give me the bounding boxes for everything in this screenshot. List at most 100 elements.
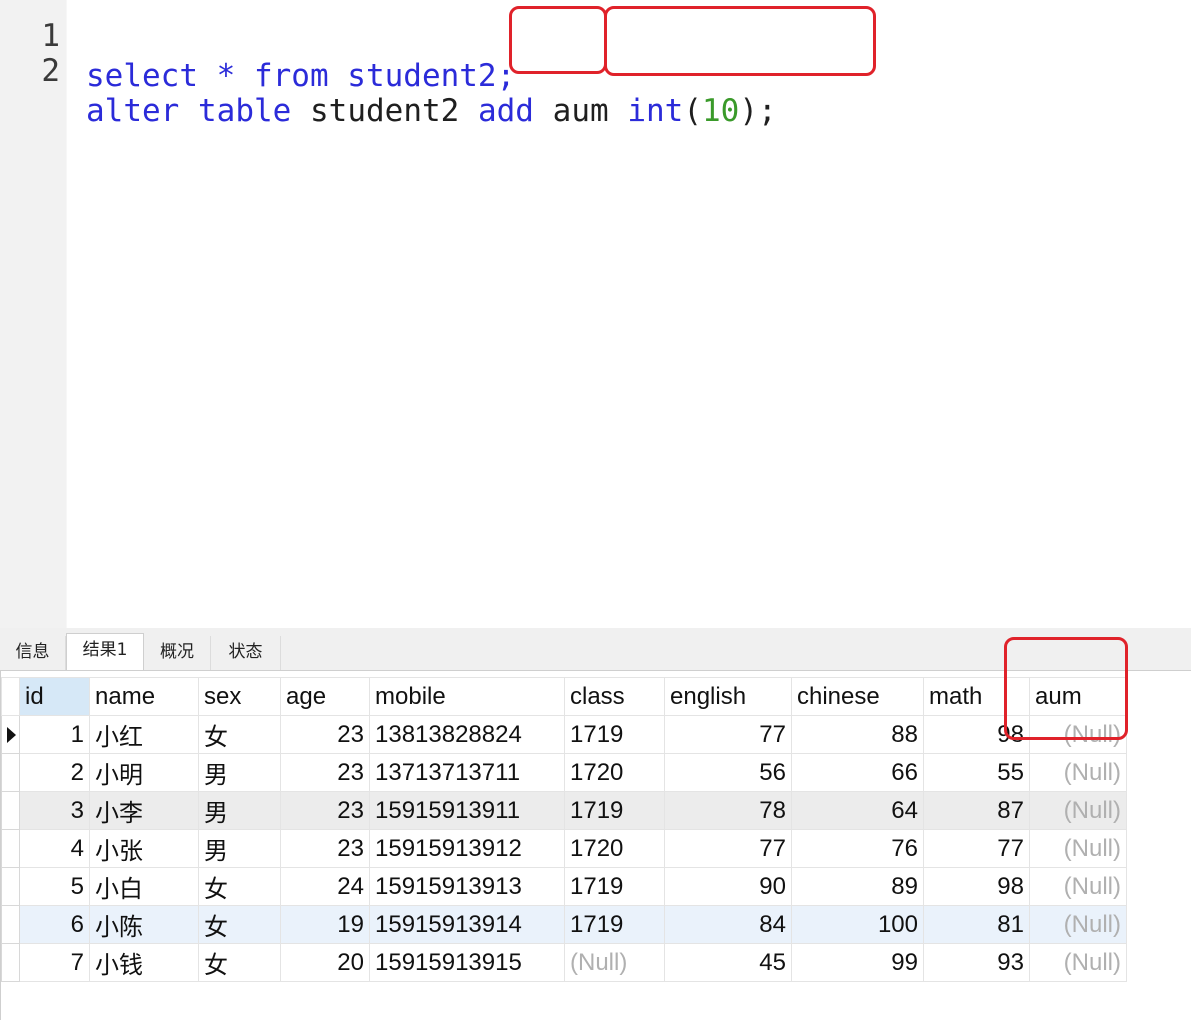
cell-sex[interactable]: 女 — [198, 905, 281, 944]
cell-name[interactable]: 小陈 — [89, 905, 199, 944]
column-header-class[interactable]: class — [564, 677, 665, 716]
cell-name[interactable]: 小李 — [89, 791, 199, 830]
cell-english[interactable]: 77 — [664, 829, 792, 868]
cell-math[interactable]: 81 — [923, 905, 1030, 944]
row-indicator[interactable] — [1, 867, 20, 906]
cell-aum[interactable]: (Null) — [1029, 715, 1127, 754]
column-header-age[interactable]: age — [280, 677, 370, 716]
column-header-math[interactable]: math — [923, 677, 1030, 716]
cell-english[interactable]: 45 — [664, 943, 792, 982]
cell-math[interactable]: 98 — [923, 867, 1030, 906]
cell-mobile[interactable]: 15915913914 — [369, 905, 565, 944]
cell-class[interactable]: 1720 — [564, 829, 665, 868]
cell-sex[interactable]: 女 — [198, 867, 281, 906]
table-row[interactable]: 2 小明男 23 13713713711 1720 56 66 55 (Null) — [1, 753, 1127, 792]
cell-mobile[interactable]: 15915913911 — [369, 791, 565, 830]
cell-name[interactable]: 小明 — [89, 753, 199, 792]
cell-age[interactable]: 23 — [280, 829, 370, 868]
tab-result-1[interactable]: 结果1 — [66, 633, 144, 670]
cell-class[interactable]: 1720 — [564, 753, 665, 792]
cell-age[interactable]: 19 — [280, 905, 370, 944]
cell-english[interactable]: 56 — [664, 753, 792, 792]
cell-chinese[interactable]: 64 — [791, 791, 924, 830]
tab-overview[interactable]: 概况 — [144, 636, 211, 670]
column-header-aum[interactable]: aum — [1029, 677, 1127, 716]
cell-class[interactable]: 1719 — [564, 867, 665, 906]
cell-chinese[interactable]: 76 — [791, 829, 924, 868]
sql-editor[interactable]: 1 select * from student2; 2 alter table … — [0, 0, 1191, 628]
cell-math[interactable]: 93 — [923, 943, 1030, 982]
cell-math[interactable]: 77 — [923, 829, 1030, 868]
column-header-english[interactable]: english — [664, 677, 792, 716]
cell-chinese[interactable]: 66 — [791, 753, 924, 792]
cell-id[interactable]: 7 — [19, 943, 90, 982]
cell-chinese[interactable]: 89 — [791, 867, 924, 906]
cell-mobile[interactable]: 15915913912 — [369, 829, 565, 868]
row-indicator[interactable] — [1, 905, 20, 944]
cell-class[interactable]: (Null) — [564, 943, 665, 982]
cell-sex[interactable]: 男 — [198, 829, 281, 868]
cell-english[interactable]: 84 — [664, 905, 792, 944]
cell-sex[interactable]: 女 — [198, 715, 281, 754]
cell-chinese[interactable]: 100 — [791, 905, 924, 944]
cell-sex[interactable]: 女 — [198, 943, 281, 982]
cell-mobile[interactable]: 13713713711 — [369, 753, 565, 792]
cell-id[interactable]: 3 — [19, 791, 90, 830]
cell-class[interactable]: 1719 — [564, 791, 665, 830]
cell-english[interactable]: 78 — [664, 791, 792, 830]
tab-info[interactable]: 信息 — [0, 636, 66, 670]
cell-aum[interactable]: (Null) — [1029, 791, 1127, 830]
cell-sex[interactable]: 男 — [198, 753, 281, 792]
code-line-2[interactable]: 2 alter table student2 add aum int(10); — [0, 11, 1191, 129]
cell-aum[interactable]: (Null) — [1029, 867, 1127, 906]
cell-age[interactable]: 23 — [280, 753, 370, 792]
cell-name[interactable]: 小红 — [89, 715, 199, 754]
column-header-id[interactable]: id — [19, 677, 90, 716]
cell-id[interactable]: 1 — [19, 715, 90, 754]
row-indicator[interactable] — [1, 943, 20, 982]
table-row[interactable]: 5 小白女 24 15915913913 1719 90 89 98 (Null) — [1, 867, 1127, 906]
cell-id[interactable]: 4 — [19, 829, 90, 868]
cell-english[interactable]: 77 — [664, 715, 792, 754]
cell-math[interactable]: 87 — [923, 791, 1030, 830]
cell-math[interactable]: 98 — [923, 715, 1030, 754]
cell-mobile[interactable]: 15915913915 — [369, 943, 565, 982]
cell-age[interactable]: 23 — [280, 715, 370, 754]
cell-aum[interactable]: (Null) — [1029, 905, 1127, 944]
cell-mobile[interactable]: 13813828824 — [369, 715, 565, 754]
cell-age[interactable]: 24 — [280, 867, 370, 906]
cell-sex[interactable]: 男 — [198, 791, 281, 830]
cell-mobile[interactable]: 15915913913 — [369, 867, 565, 906]
cell-age[interactable]: 23 — [280, 791, 370, 830]
row-indicator[interactable] — [1, 753, 20, 792]
table-row[interactable]: 1 小红女 23 13813828824 1719 77 88 98 (Null) — [1, 715, 1127, 754]
cell-id[interactable]: 2 — [19, 753, 90, 792]
table-row[interactable]: 3 小李男 23 15915913911 1719 78 64 87 (Null) — [1, 791, 1127, 830]
row-indicator[interactable] — [1, 829, 20, 868]
row-indicator[interactable] — [1, 791, 20, 830]
cell-id[interactable]: 5 — [19, 867, 90, 906]
column-header-mobile[interactable]: mobile — [369, 677, 565, 716]
cell-chinese[interactable]: 88 — [791, 715, 924, 754]
cell-aum[interactable]: (Null) — [1029, 829, 1127, 868]
cell-aum[interactable]: (Null) — [1029, 943, 1127, 982]
cell-class[interactable]: 1719 — [564, 905, 665, 944]
table-row[interactable]: 6 小陈女 19 15915913914 1719 84 100 81 (Null) — [1, 905, 1127, 944]
cell-name[interactable]: 小白 — [89, 867, 199, 906]
cell-aum[interactable]: (Null) — [1029, 753, 1127, 792]
cell-id[interactable]: 6 — [19, 905, 90, 944]
cell-name[interactable]: 小张 — [89, 829, 199, 868]
column-header-chinese[interactable]: chinese — [791, 677, 924, 716]
column-header-sex[interactable]: sex — [198, 677, 281, 716]
cell-age[interactable]: 20 — [280, 943, 370, 982]
table-row[interactable]: 7 小钱女 20 15915913915 (Null) 45 99 93 (Null) — [1, 943, 1127, 982]
cell-name[interactable]: 小钱 — [89, 943, 199, 982]
cell-class[interactable]: 1719 — [564, 715, 665, 754]
cell-chinese[interactable]: 99 — [791, 943, 924, 982]
column-header-name[interactable]: name — [89, 677, 199, 716]
row-indicator[interactable] — [1, 715, 20, 754]
cell-english[interactable]: 90 — [664, 867, 792, 906]
table-row[interactable]: 4 小张男 23 15915913912 1720 77 76 77 (Null) — [1, 829, 1127, 868]
cell-math[interactable]: 55 — [923, 753, 1030, 792]
tab-status[interactable]: 状态 — [211, 636, 281, 670]
